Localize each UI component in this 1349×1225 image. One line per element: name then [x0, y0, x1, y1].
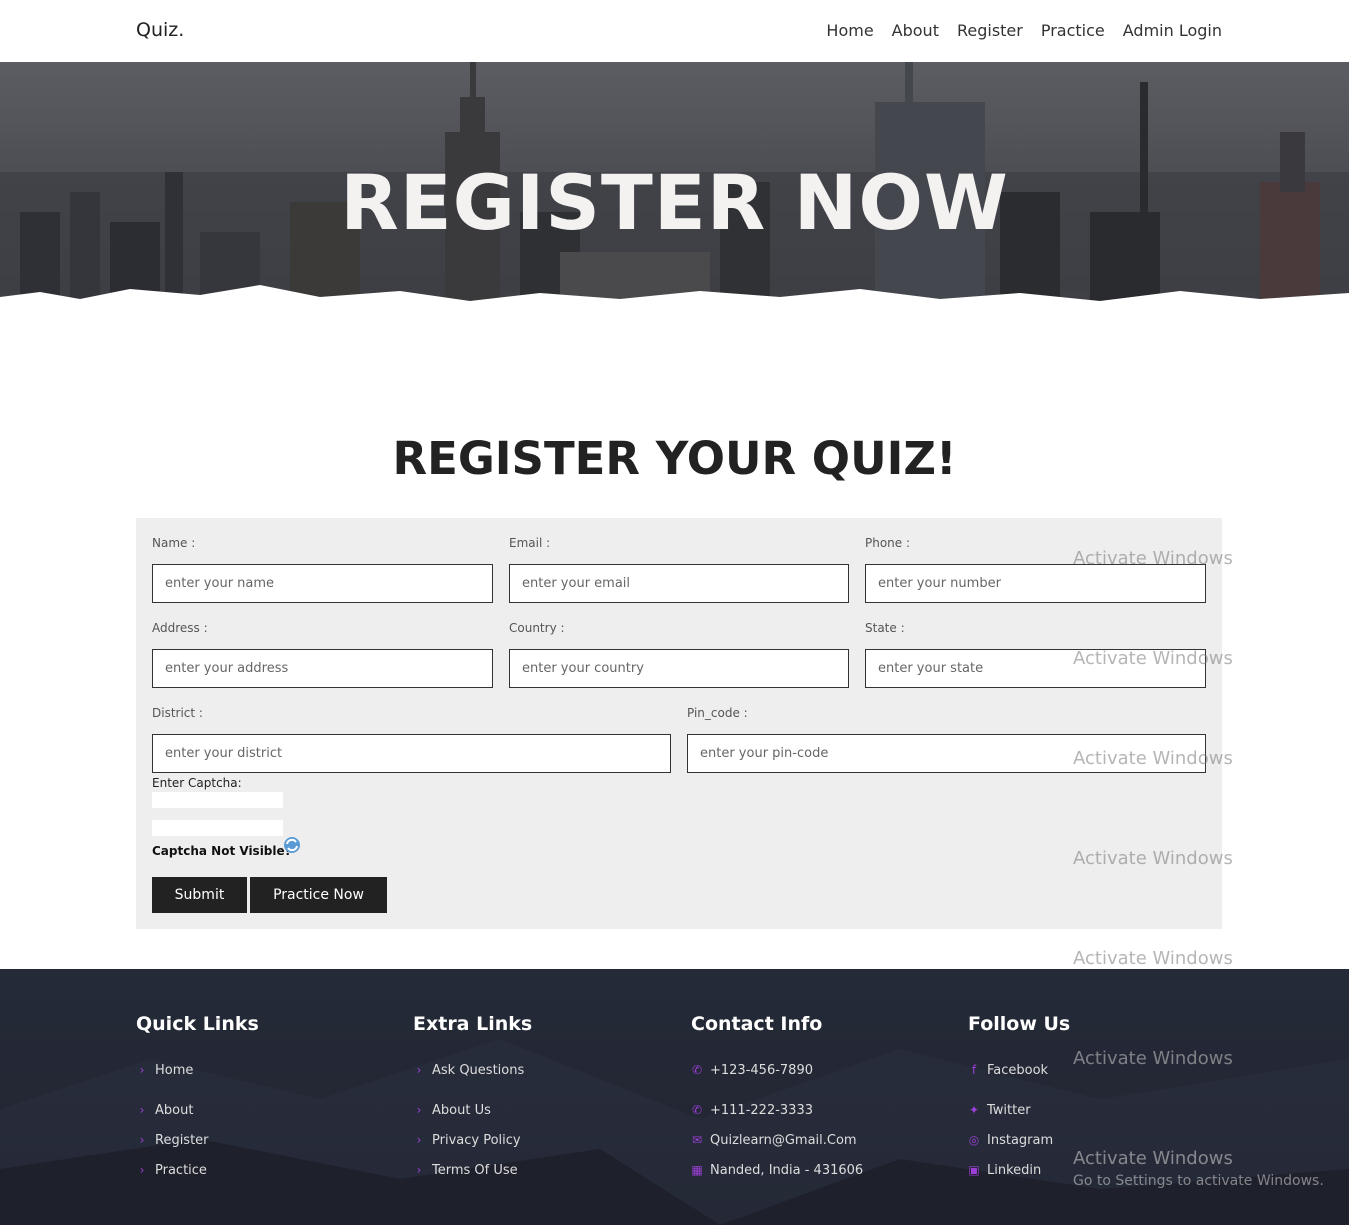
practice-now-button[interactable]: Practice Now	[250, 877, 387, 913]
address-input[interactable]	[152, 649, 493, 688]
site-header: Quiz. Home About Register Practice Admin…	[0, 0, 1349, 62]
map-icon: ▦	[691, 1163, 703, 1177]
footer-link-label: Practice	[155, 1162, 207, 1178]
name-label: Name :	[152, 536, 196, 550]
instagram-icon: ◎	[968, 1133, 980, 1147]
address-label: Address :	[152, 621, 208, 635]
footer-link-about-us[interactable]: › About Us	[413, 1095, 532, 1125]
contact-info-title: Contact Info	[691, 1013, 823, 1035]
footer-link-label: About	[155, 1102, 194, 1118]
hero-banner: REGISTER NOW	[0, 62, 1349, 343]
captcha-help-text: Captcha Not Visible?	[152, 844, 292, 858]
nav-about[interactable]: About	[892, 21, 939, 40]
phone-icon: ✆	[691, 1063, 703, 1077]
nav-home[interactable]: Home	[826, 21, 873, 40]
footer-link-home[interactable]: › Home	[136, 1055, 259, 1085]
social-label: Facebook	[987, 1062, 1049, 1078]
follow-us-title: Follow Us	[968, 1013, 1071, 1035]
hero-title: REGISTER NOW	[340, 158, 1009, 247]
main-nav: Home About Register Practice Admin Login	[826, 21, 1222, 40]
footer-link-practice[interactable]: › Practice	[136, 1155, 259, 1185]
pincode-label: Pin_code :	[687, 706, 748, 720]
footer-link-privacy-policy[interactable]: › Privacy Policy	[413, 1125, 532, 1155]
phone-input[interactable]	[865, 564, 1206, 603]
chevron-right-icon: ›	[416, 1103, 422, 1117]
extra-links-title: Extra Links	[413, 1013, 533, 1035]
brush-stroke-divider	[0, 285, 1349, 343]
nav-practice[interactable]: Practice	[1041, 21, 1105, 40]
email-label: Email :	[509, 536, 551, 550]
nav-admin-login[interactable]: Admin Login	[1123, 21, 1222, 40]
social-label: Linkedin	[987, 1162, 1042, 1178]
social-twitter[interactable]: ✦ Twitter	[968, 1095, 1070, 1125]
chevron-right-icon: ›	[416, 1163, 422, 1177]
site-logo[interactable]: Quiz.	[136, 19, 184, 41]
footer-link-terms[interactable]: › Terms Of Use	[413, 1155, 532, 1185]
submit-button[interactable]: Submit	[152, 877, 247, 913]
contact-email[interactable]: ✉ Quizlearn@Gmail.Com	[691, 1125, 863, 1155]
footer-link-label: Register	[155, 1132, 209, 1148]
chevron-right-icon: ›	[416, 1133, 422, 1147]
social-linkedin[interactable]: ▣ Linkedin	[968, 1155, 1070, 1185]
contact-address: ▦ Nanded, India - 431606	[691, 1155, 863, 1185]
extra-links-column: Extra Links › Ask Questions › About Us › Pr…	[413, 1013, 532, 1185]
footer-link-about[interactable]: › About	[136, 1095, 259, 1125]
contact-label: +123-456-7890	[710, 1062, 813, 1078]
register-form: Name : Email : Phone : Address : Country…	[136, 518, 1222, 929]
activate-windows-watermark: Activate Windows	[1073, 748, 1233, 769]
name-input[interactable]	[152, 564, 493, 603]
district-label: District :	[152, 706, 203, 720]
footer-link-label: Home	[155, 1062, 194, 1078]
chevron-right-icon: ›	[139, 1103, 145, 1117]
chevron-right-icon: ›	[139, 1163, 145, 1177]
activate-windows-subtitle: Go to Settings to activate Windows.	[1073, 1173, 1324, 1189]
activate-windows-watermark: Activate Windows	[1073, 648, 1233, 669]
footer-link-label: Ask Questions	[432, 1062, 525, 1078]
activate-windows-watermark: Activate Windows	[1073, 1148, 1233, 1169]
state-label: State :	[865, 621, 905, 635]
contact-label: Quizlearn@Gmail.Com	[710, 1132, 857, 1148]
footer-link-label: Privacy Policy	[432, 1132, 521, 1148]
social-label: Instagram	[987, 1132, 1054, 1148]
contact-phone-1[interactable]: ✆ +123-456-7890	[691, 1055, 863, 1085]
facebook-icon: f	[971, 1063, 977, 1077]
social-instagram[interactable]: ◎ Instagram	[968, 1125, 1070, 1155]
activate-windows-watermark: Activate Windows	[1073, 1048, 1233, 1069]
contact-phone-2[interactable]: ✆ +111-222-3333	[691, 1095, 863, 1125]
activate-windows-watermark: Activate Windows	[1073, 948, 1233, 969]
contact-label: Nanded, India - 431606	[710, 1162, 864, 1178]
captcha-input[interactable]	[152, 820, 283, 836]
activate-windows-watermark: Activate Windows	[1073, 848, 1233, 869]
phone-icon: ✆	[691, 1103, 703, 1117]
refresh-icon[interactable]	[283, 836, 301, 854]
chevron-right-icon: ›	[139, 1063, 145, 1077]
contact-info-column: Contact Info ✆ +123-456-7890 ✆ +111-222-33…	[691, 1013, 863, 1185]
follow-us-column: Follow Us f Facebook ✦ Twitter ◎ Instagram …	[968, 1013, 1070, 1185]
phone-label: Phone :	[865, 536, 911, 550]
footer-link-ask-questions[interactable]: › Ask Questions	[413, 1055, 532, 1085]
country-input[interactable]	[509, 649, 849, 688]
footer-link-register[interactable]: › Register	[136, 1125, 259, 1155]
social-facebook[interactable]: f Facebook	[968, 1055, 1070, 1085]
social-label: Twitter	[987, 1102, 1031, 1118]
footer-link-label: Terms Of Use	[432, 1162, 518, 1178]
quick-links-title: Quick Links	[136, 1013, 259, 1035]
envelope-icon: ✉	[691, 1133, 703, 1147]
footer-link-label: About Us	[432, 1102, 491, 1118]
activate-windows-watermark: Activate Windows	[1073, 548, 1233, 569]
linkedin-icon: ▣	[968, 1163, 980, 1177]
quick-links-column: Quick Links › Home › About › Register › Prac…	[136, 1013, 259, 1185]
district-input[interactable]	[152, 734, 671, 773]
captcha-label: Enter Captcha:	[152, 776, 242, 790]
twitter-icon: ✦	[968, 1103, 980, 1117]
country-label: Country :	[509, 621, 565, 635]
email-input[interactable]	[509, 564, 849, 603]
chevron-right-icon: ›	[139, 1133, 145, 1147]
chevron-right-icon: ›	[416, 1063, 422, 1077]
contact-label: +111-222-3333	[710, 1102, 813, 1118]
form-section-title: REGISTER YOUR QUIZ!	[392, 432, 957, 485]
nav-register[interactable]: Register	[957, 21, 1023, 40]
captcha-image	[152, 792, 283, 808]
